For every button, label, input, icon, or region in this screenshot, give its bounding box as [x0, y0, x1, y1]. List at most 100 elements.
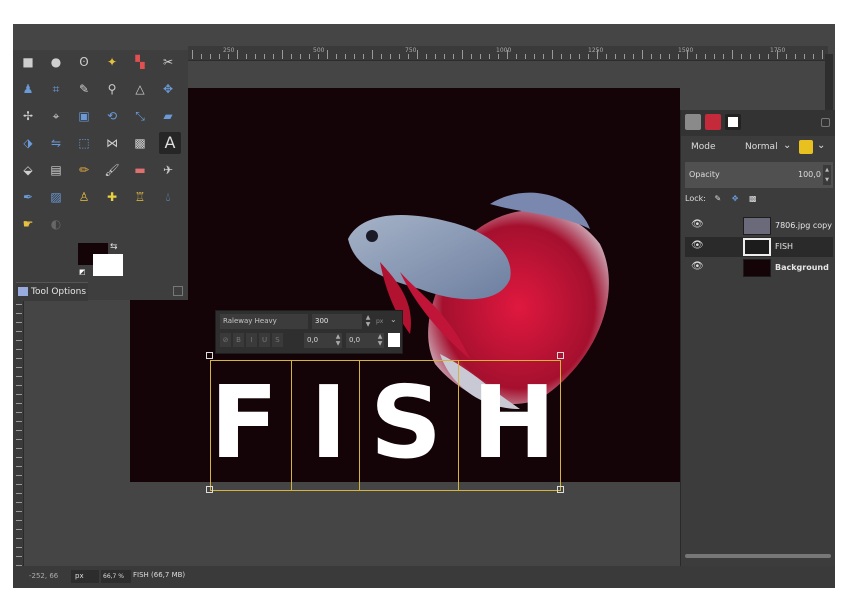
checker-icon[interactable]: ▩: [129, 132, 151, 154]
heal-icon[interactable]: ✚: [101, 186, 123, 208]
text-color-swatch[interactable]: [388, 333, 400, 347]
paths-icon[interactable]: ⌗: [45, 78, 67, 100]
text-icon[interactable]: A: [159, 132, 181, 154]
clone-icon[interactable]: ♙: [73, 186, 95, 208]
layer-row[interactable]: 👁︎ FISH: [685, 237, 833, 257]
italic-icon[interactable]: I: [246, 333, 257, 347]
resize-handle[interactable]: [557, 486, 564, 493]
image-canvas[interactable]: F I S H: [130, 88, 680, 493]
dodge-icon[interactable]: ◐: [45, 213, 67, 235]
vertical-ruler[interactable]: [13, 300, 24, 570]
flip-icon[interactable]: ⇋: [45, 132, 67, 154]
text-box-left-edge: [210, 360, 211, 491]
lasso-icon[interactable]: ʘ: [73, 51, 95, 73]
dock-menu-icon[interactable]: [821, 118, 830, 127]
composite-mode-icon[interactable]: [799, 140, 813, 154]
ink-icon[interactable]: ✒: [17, 186, 39, 208]
color-select-icon[interactable]: ▚: [129, 51, 151, 73]
rect-select-icon[interactable]: ■: [17, 51, 39, 73]
baseline-spinner[interactable]: ▲ ▼: [334, 333, 342, 348]
font-size-input[interactable]: 300: [312, 314, 362, 329]
opacity-spinner[interactable]: ▲ ▼: [823, 165, 831, 185]
opacity-slider[interactable]: Opacity 100,0 ▲ ▼: [685, 162, 833, 188]
ruler-tick: [16, 556, 22, 557]
lock-pixels-icon[interactable]: ✎: [714, 194, 721, 203]
measure-icon[interactable]: △: [129, 78, 151, 100]
paths-tab-icon[interactable]: [725, 114, 741, 130]
layer-row[interactable]: 👁︎ 7806.jpg copy: [685, 216, 833, 236]
align-icon[interactable]: ✢: [17, 105, 39, 127]
resize-handle[interactable]: [206, 486, 213, 493]
mode-label: Mode: [691, 142, 716, 152]
font-input[interactable]: Raleway Heavy: [220, 314, 308, 329]
kerning-spinner[interactable]: ▲ ▼: [376, 333, 384, 348]
fish-text-layer[interactable]: F I S H: [210, 364, 556, 481]
chevron-down-icon[interactable]: ⌄: [783, 140, 791, 151]
resize-handle[interactable]: [206, 352, 213, 359]
tab-tool-options[interactable]: Tool Options: [16, 282, 88, 301]
unified-transform-icon[interactable]: ▣: [73, 105, 95, 127]
scale-icon[interactable]: ⤡: [129, 105, 151, 127]
paintbrush-icon[interactable]: 🖌︎: [101, 159, 123, 181]
smudge-icon[interactable]: ☛: [17, 213, 39, 235]
perspective-clone-icon[interactable]: ♖: [129, 186, 151, 208]
ruler-tick: [16, 511, 22, 512]
shear-icon[interactable]: ▰: [157, 105, 179, 127]
horizontal-ruler[interactable]: 250 500 750 1000 1250 1500 1750: [188, 46, 828, 61]
lock-position-icon[interactable]: ✥: [732, 194, 739, 203]
layer-thumbnail: [743, 217, 771, 235]
scissors-icon[interactable]: ✂: [157, 51, 179, 73]
swap-colors-icon[interactable]: ⇆: [110, 242, 118, 252]
bucket-fill-icon[interactable]: ⬙: [17, 159, 39, 181]
dock-menu-icon[interactable]: [173, 286, 183, 296]
warp-icon[interactable]: ⋈: [101, 132, 123, 154]
layer-name: FISH: [775, 242, 794, 251]
mypaint-icon[interactable]: ▨: [45, 186, 67, 208]
eye-icon[interactable]: 👁︎: [691, 261, 704, 272]
layers-scrollbar[interactable]: [685, 554, 831, 558]
perspective-icon[interactable]: ⬗: [17, 132, 39, 154]
rotate-icon[interactable]: ⟲: [101, 105, 123, 127]
layers-tab-icon[interactable]: [685, 114, 701, 130]
foreground-select-icon[interactable]: ♟: [17, 78, 39, 100]
eye-icon[interactable]: 👁︎: [691, 219, 704, 230]
ruler-tick: [714, 54, 715, 59]
eye-icon[interactable]: 👁︎: [691, 240, 704, 251]
channels-tab-icon[interactable]: [705, 114, 721, 130]
chevron-down-icon[interactable]: ⌄: [817, 140, 825, 151]
pencil-icon[interactable]: ✏: [73, 159, 95, 181]
fuzzy-select-icon[interactable]: ✦: [101, 51, 123, 73]
layer-row[interactable]: 👁︎ Background: [685, 258, 833, 278]
lock-row: Lock: ✎ ✥ ▩: [685, 194, 757, 203]
ellipse-select-icon[interactable]: ●: [45, 51, 67, 73]
size-unit[interactable]: px: [376, 314, 388, 329]
airbrush-icon[interactable]: ✈: [157, 159, 179, 181]
background-color-swatch[interactable]: [93, 254, 123, 276]
chevron-down-icon[interactable]: ⌄: [390, 315, 397, 324]
blur-icon[interactable]: 💧︎: [157, 186, 179, 208]
resize-handle[interactable]: [557, 352, 564, 359]
reset-colors-icon[interactable]: ◩: [79, 268, 87, 276]
underline-icon[interactable]: U: [259, 333, 270, 347]
color-picker-icon[interactable]: ✎: [73, 78, 95, 100]
mode-select[interactable]: Normal: [745, 142, 778, 152]
clear-style-icon[interactable]: ⊘: [220, 333, 231, 347]
size-spinner[interactable]: ▲ ▼: [364, 314, 372, 329]
ruler-tick: [201, 54, 202, 59]
crop-icon[interactable]: ⌖: [45, 105, 67, 127]
zoom-icon[interactable]: ⚲: [101, 78, 123, 100]
gradient-icon[interactable]: ▤: [45, 159, 67, 181]
bold-icon[interactable]: B: [233, 333, 244, 347]
zoom-select[interactable]: 66,7 %: [101, 570, 131, 583]
ruler-tick: [16, 385, 22, 386]
unit-select[interactable]: px: [71, 570, 99, 583]
letter-guide: [291, 360, 292, 491]
eraser-icon[interactable]: ▬: [129, 159, 151, 181]
strikethrough-icon[interactable]: S: [272, 333, 283, 347]
cage-icon[interactable]: ⬚: [73, 132, 95, 154]
lock-alpha-icon[interactable]: ▩: [749, 194, 757, 203]
ruler-tick: [795, 54, 796, 59]
text-letter: I: [310, 364, 348, 481]
canvas-scrollbar[interactable]: [825, 54, 833, 114]
move-icon[interactable]: ✥: [157, 78, 179, 100]
